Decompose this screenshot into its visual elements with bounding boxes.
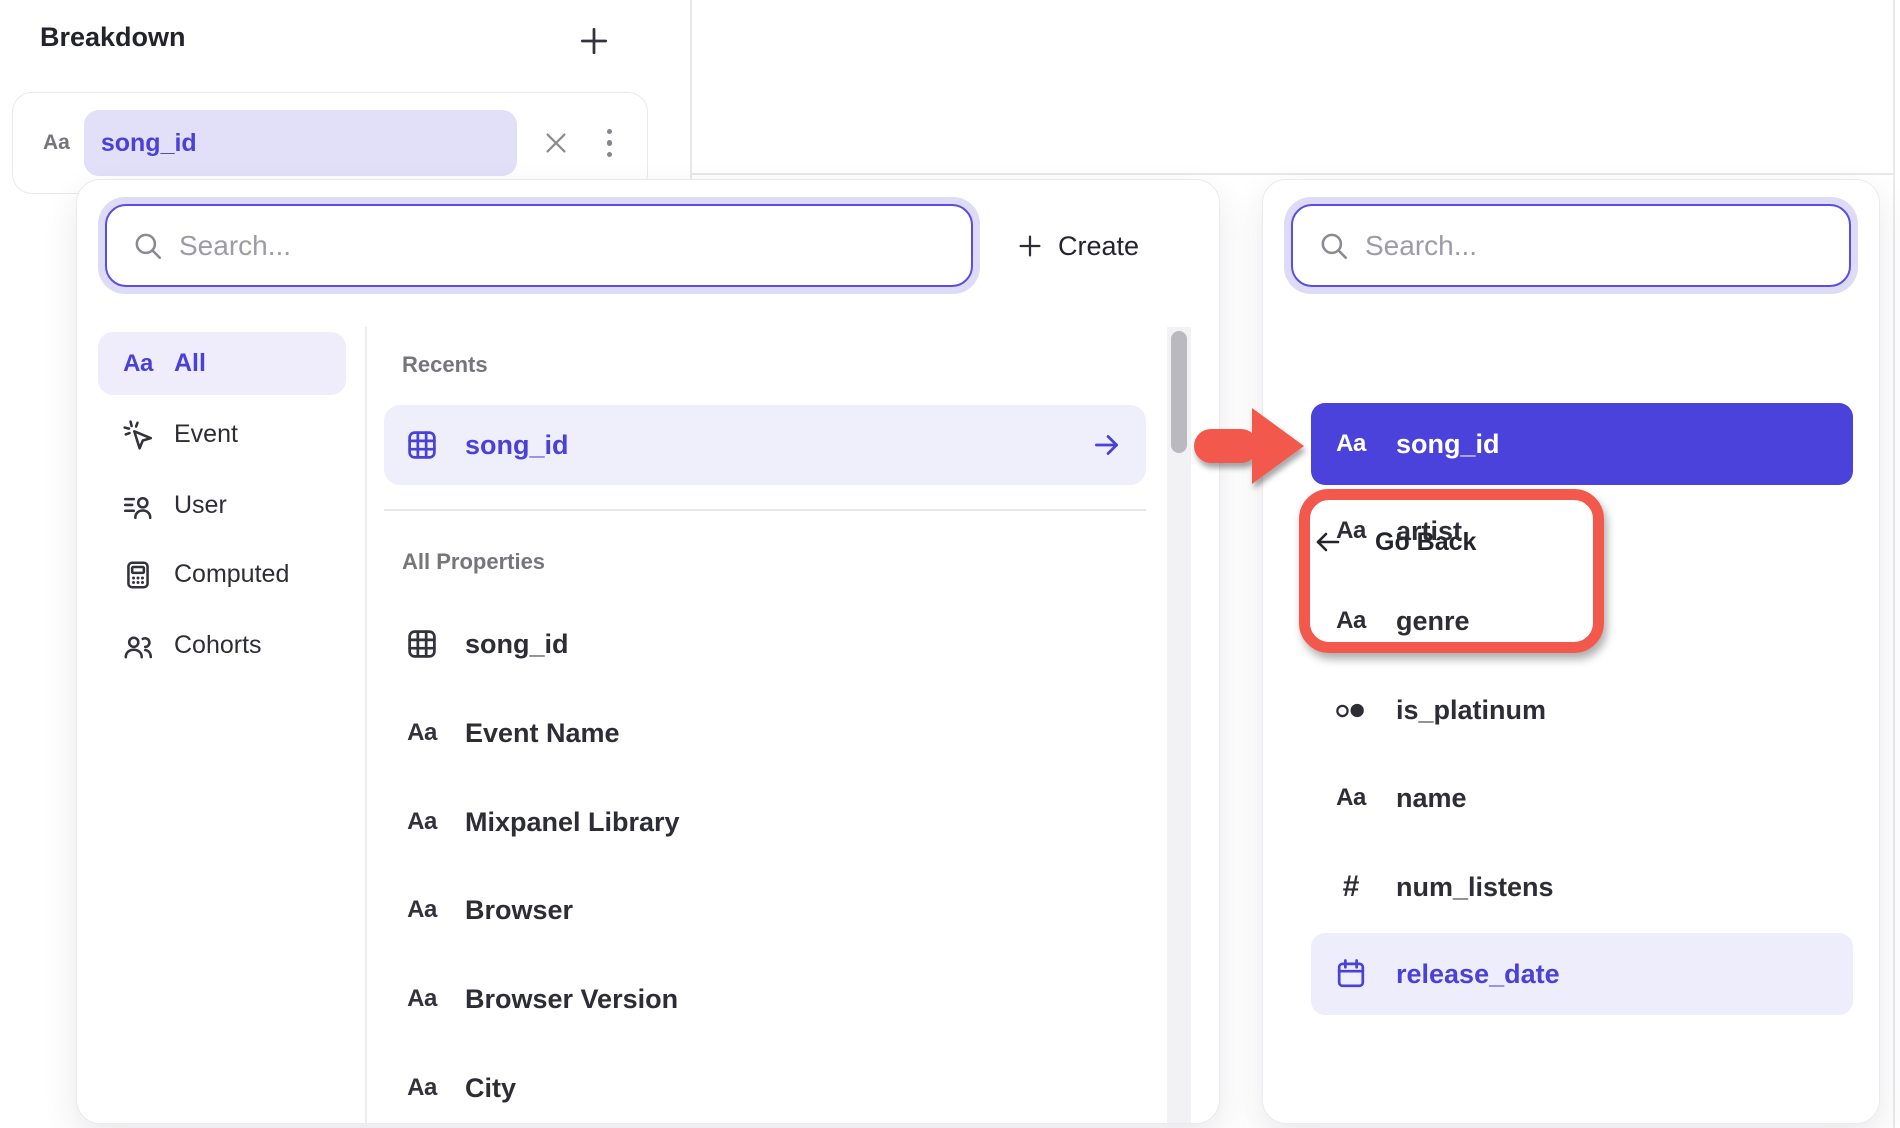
calculator-icon — [121, 558, 155, 592]
calendar-icon — [1333, 956, 1369, 992]
field-row-num-listens[interactable]: # num_listens — [1311, 846, 1853, 928]
search-input[interactable] — [107, 206, 971, 285]
create-button[interactable]: Create — [1015, 220, 1139, 272]
property-row-mixpanel-library[interactable]: Aa Mixpanel Library — [384, 782, 1146, 862]
arrow-right-icon[interactable] — [1090, 428, 1124, 462]
grid-icon — [404, 626, 440, 662]
tab-all[interactable]: Aa All — [98, 332, 346, 395]
recent-property-label: song_id — [465, 430, 569, 461]
field-label: num_listens — [1396, 872, 1554, 903]
app-right-edge — [1893, 0, 1895, 1128]
field-label: artist — [1396, 516, 1462, 547]
tab-label: Computed — [174, 560, 289, 589]
field-row-artist[interactable]: Aa artist — [1311, 490, 1853, 572]
property-label: Event Name — [465, 718, 620, 749]
aa-icon: Aa — [404, 715, 440, 751]
tab-event[interactable]: Event — [98, 403, 346, 466]
field-row-is-platinum[interactable]: is_platinum — [1311, 669, 1853, 751]
number-icon: # — [1333, 869, 1369, 905]
search-input[interactable] — [1293, 206, 1849, 285]
breakdown-chip-value[interactable]: song_id — [84, 110, 517, 176]
field-row-song-id-selected[interactable]: Aa song_id — [1311, 403, 1853, 485]
field-row-release-date[interactable]: release_date — [1311, 933, 1853, 1015]
all-properties-header: All Properties — [402, 549, 545, 575]
property-row-browser[interactable]: Aa Browser — [384, 870, 1146, 950]
string-type-icon: Aa — [43, 131, 70, 155]
scrollbar-thumb[interactable] — [1171, 331, 1187, 453]
property-row-event-name[interactable]: Aa Event Name — [384, 693, 1146, 773]
user-profile-icon — [121, 489, 155, 523]
aa-icon: Aa — [404, 981, 440, 1017]
property-row-browser-version[interactable]: Aa Browser Version — [384, 959, 1146, 1039]
plus-icon — [577, 24, 611, 58]
property-label: Browser — [465, 895, 573, 926]
people-icon — [121, 629, 155, 663]
grid-icon — [404, 427, 440, 463]
tab-label: Cohorts — [174, 631, 262, 660]
field-label: release_date — [1396, 959, 1560, 990]
tab-label: All — [174, 349, 206, 378]
boolean-icon — [1333, 692, 1369, 728]
property-label: song_id — [465, 629, 569, 660]
aa-icon: Aa — [121, 347, 155, 381]
chip-menu-button[interactable] — [607, 129, 615, 158]
app-column-divider — [690, 0, 692, 179]
close-icon — [541, 128, 571, 158]
list-divider — [384, 509, 1146, 511]
aa-icon: Aa — [404, 804, 440, 840]
tab-label: User — [174, 491, 227, 520]
plus-icon — [1015, 231, 1045, 261]
aa-icon: Aa — [1333, 603, 1369, 639]
sidebar-divider — [365, 327, 367, 1123]
property-label: Mixpanel Library — [465, 807, 680, 838]
property-row-city[interactable]: Aa City — [384, 1048, 1146, 1124]
field-label: is_platinum — [1396, 695, 1546, 726]
search-focus-ring — [98, 197, 980, 294]
remove-breakdown-button[interactable] — [541, 128, 571, 158]
aa-icon: Aa — [1333, 513, 1369, 549]
aa-icon: Aa — [1333, 426, 1369, 462]
property-picker-panel: Create Aa All Event User — [76, 179, 1220, 1124]
field-label: name — [1396, 783, 1467, 814]
cursor-click-icon — [121, 418, 155, 452]
create-button-label: Create — [1058, 231, 1139, 262]
field-label: genre — [1396, 606, 1470, 637]
add-breakdown-button[interactable] — [575, 22, 613, 60]
app-toolbar-divider — [690, 173, 1894, 175]
aa-icon: Aa — [404, 892, 440, 928]
property-values-panel: Go Back Aa song_id Aa artist Aa genre is… — [1262, 179, 1880, 1124]
property-label: Browser Version — [465, 984, 678, 1015]
tab-label: Event — [174, 420, 238, 449]
tab-user[interactable]: User — [98, 474, 346, 537]
field-row-name[interactable]: Aa name — [1311, 757, 1853, 839]
aa-icon: Aa — [404, 1070, 440, 1106]
tab-cohorts[interactable]: Cohorts — [98, 614, 346, 677]
scrollbar-track[interactable] — [1167, 327, 1191, 1123]
field-label: song_id — [1396, 429, 1500, 460]
tab-computed[interactable]: Computed — [98, 543, 346, 606]
search-focus-ring — [1284, 197, 1858, 294]
recent-property-row[interactable]: song_id — [384, 405, 1146, 485]
field-row-genre[interactable]: Aa genre — [1311, 580, 1853, 662]
breakdown-section-title: Breakdown — [40, 22, 186, 53]
property-label: City — [465, 1073, 516, 1104]
aa-icon: Aa — [1333, 780, 1369, 816]
property-row-song-id[interactable]: song_id — [384, 604, 1146, 684]
recents-header: Recents — [402, 352, 488, 378]
